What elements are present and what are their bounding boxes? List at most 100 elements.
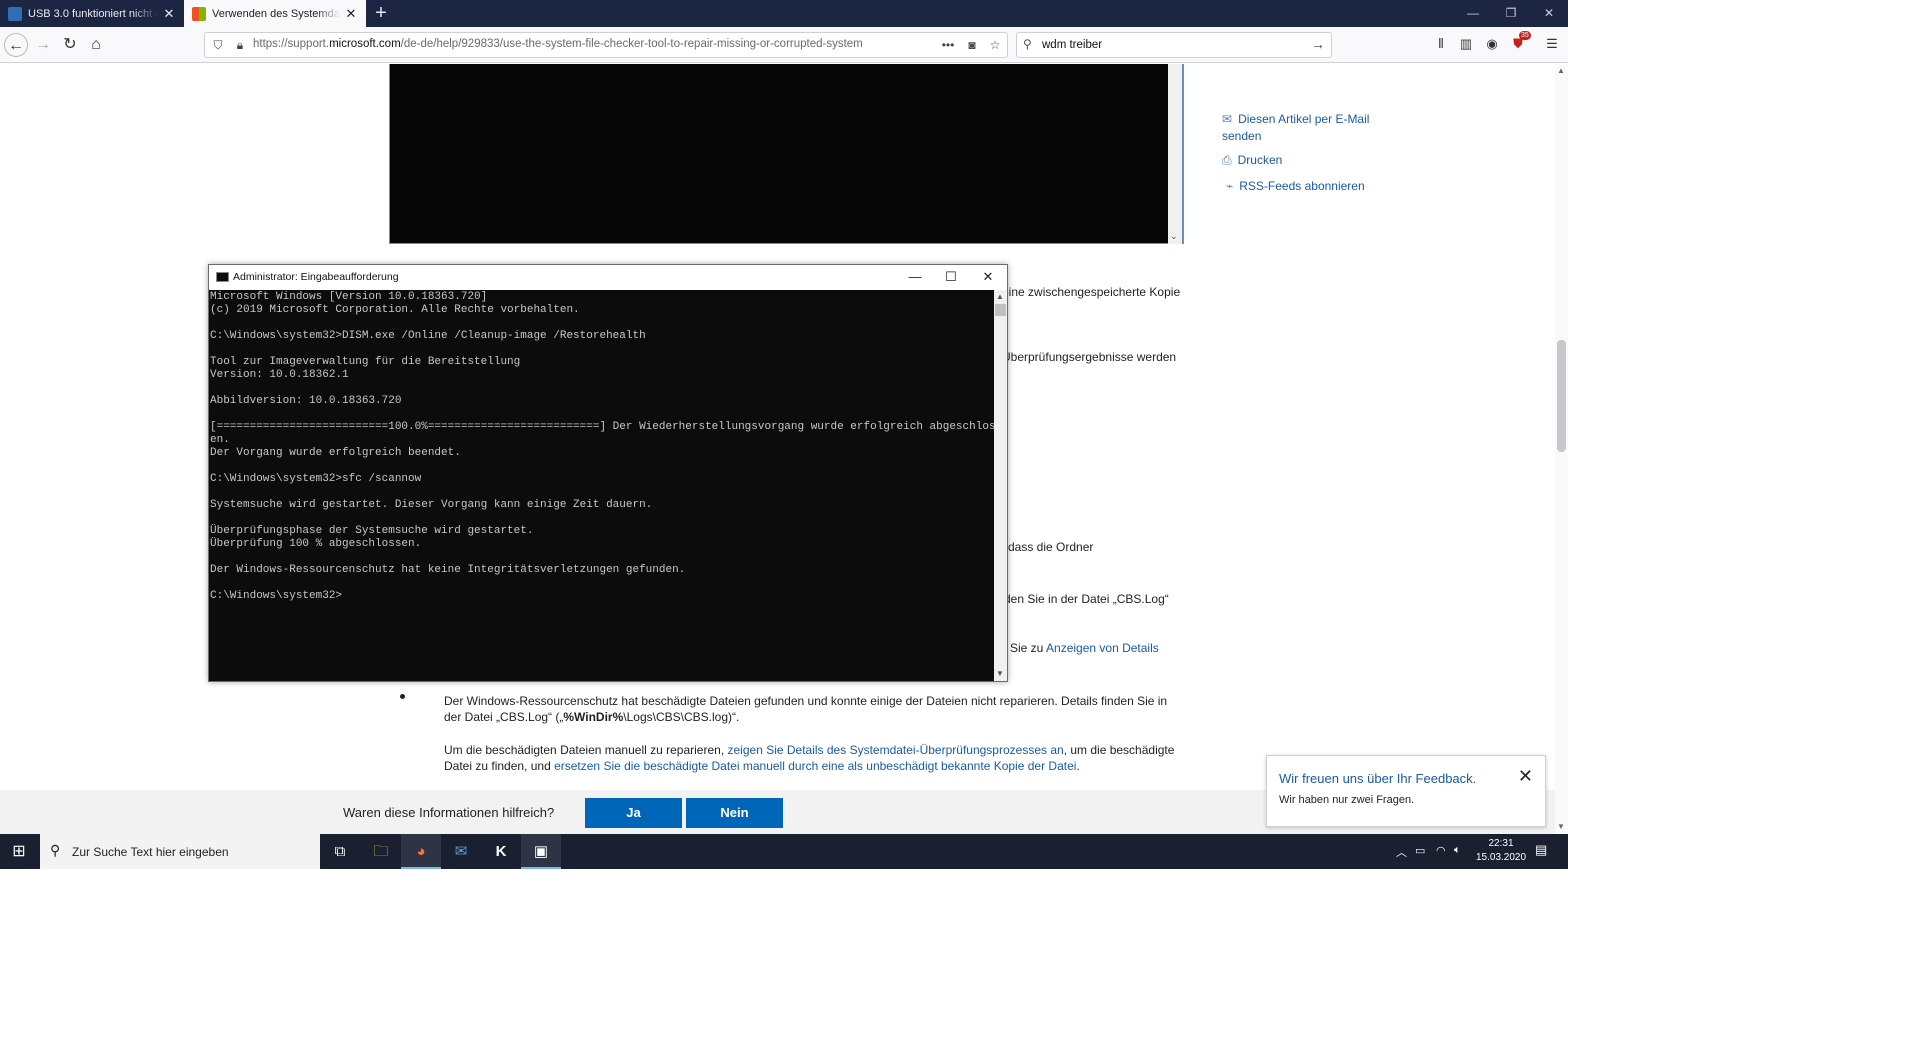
feedback-popup-title[interactable]: Wir freuen uns über Ihr Feedback. xyxy=(1279,771,1476,786)
search-icon: ⚲ xyxy=(50,842,61,858)
firefox-icon[interactable]: ◕ xyxy=(401,834,441,869)
article-text-fragment: den Sie in der Datei „CBS.Log“ xyxy=(1004,592,1169,606)
maximize-icon[interactable]: ☐ xyxy=(933,265,969,290)
printer-icon: ⎙ xyxy=(1222,153,1232,167)
para-line2: Datei zu finden, und ersetzen Sie die be… xyxy=(444,759,1080,773)
print-link[interactable]: ⎙ Drucken xyxy=(1222,153,1282,168)
article-text-fragment: dass die Ordner xyxy=(1008,540,1094,554)
show-hidden-icons-chevron-icon[interactable]: ︿ xyxy=(1396,844,1407,860)
windows-start-icon[interactable]: ⊞ xyxy=(0,834,38,869)
rss-label[interactable]: RSS-Feeds abonnieren xyxy=(1239,179,1364,193)
scroll-up-icon[interactable]: ▲ xyxy=(996,292,1004,301)
rss-icon: ⌁ xyxy=(1226,179,1234,193)
replace-file-link[interactable]: ersetzen Sie die beschädigte Datei manue… xyxy=(554,759,1076,773)
account-icon[interactable]: ◉ xyxy=(1481,33,1503,55)
search-go-arrow-icon[interactable]: → xyxy=(1311,36,1325,52)
page-scrollbar[interactable]: ▲ ▼ xyxy=(1555,64,1568,834)
system-clock[interactable]: 22:31 15.03.2020 xyxy=(1476,837,1526,865)
menu-hamburger-icon[interactable]: ☰ xyxy=(1541,33,1563,55)
embedded-video-frame[interactable]: ⌄ xyxy=(389,64,1184,244)
feedback-yes-button[interactable]: Ja xyxy=(585,798,682,828)
clock-date: 15.03.2020 xyxy=(1476,852,1527,863)
thunderbird-icon[interactable]: ✉ xyxy=(441,834,481,869)
list-bullet xyxy=(400,694,405,699)
k-app-icon[interactable]: K xyxy=(481,834,521,869)
command-prompt-taskbar-icon[interactable]: ▣ xyxy=(521,834,561,869)
para-line1: Um die beschädigten Dateien manuell zu r… xyxy=(444,743,1175,757)
scroll-down-icon[interactable]: ▼ xyxy=(996,669,1004,678)
library-icon[interactable]: ⫴ xyxy=(1430,33,1452,55)
close-window-icon[interactable]: ✕ xyxy=(1530,0,1568,27)
search-input-value[interactable]: wdm treiber xyxy=(1042,39,1102,51)
page-scroll-thumb[interactable] xyxy=(1557,340,1566,452)
cmd-scroll-thumb[interactable] xyxy=(995,304,1006,316)
battery-icon[interactable]: ▭ xyxy=(1415,844,1425,857)
lock-icon[interactable]: 🔒︎ xyxy=(231,36,249,54)
bullet-text-line2: der Datei „CBS.Log“ („%WinDir%\Logs\CBS\… xyxy=(444,710,740,724)
feedback-popup: Wir freuen uns über Ihr Feedback. Wir ha… xyxy=(1266,755,1546,827)
forward-arrow-icon[interactable]: → xyxy=(31,33,55,57)
email-label-2[interactable]: senden xyxy=(1222,129,1261,143)
wifi-icon[interactable]: ◠ xyxy=(1436,844,1446,857)
terminal-output[interactable]: Microsoft Windows [Version 10.0.18363.72… xyxy=(209,290,994,681)
article-text-fragment: eine zwischengespeicherte Kopie xyxy=(1002,285,1181,299)
bookmark-star-icon[interactable]: ☆ xyxy=(986,36,1004,54)
minimize-window-icon[interactable]: — xyxy=(1454,0,1492,27)
close-icon[interactable]: ✕ xyxy=(970,265,1006,290)
view-sfc-details-link[interactable]: zeigen Sie Details des Systemdatei-Überp… xyxy=(728,743,1064,757)
email-article-link-cont[interactable]: senden xyxy=(1222,129,1261,143)
browser-tab-strip: USB 3.0 funktioniert nicht nach ✕ Verwen… xyxy=(0,0,1568,27)
volume-icon[interactable]: 🔈︎ xyxy=(1454,844,1461,857)
feedback-question: Waren diese Informationen hilfreich? xyxy=(343,805,555,820)
shield-icon[interactable]: ⛉ xyxy=(209,36,227,54)
tab-favicon-icon xyxy=(8,6,22,21)
new-tab-button[interactable]: + xyxy=(370,2,392,24)
reload-icon[interactable]: ↻ xyxy=(58,33,82,57)
article-text: Sie zu xyxy=(1010,641,1047,655)
view-details-link[interactable]: Anzeigen von Details xyxy=(1046,641,1159,655)
taskbar-search-placeholder[interactable]: Zur Suche Text hier eingeben xyxy=(72,845,229,859)
tab-close-icon[interactable]: ✕ xyxy=(344,6,358,22)
search-icon: ⚲ xyxy=(1023,37,1032,51)
cmd-scrollbar[interactable]: ▲ ▼ xyxy=(994,290,1007,681)
close-icon[interactable]: ✕ xyxy=(1518,766,1533,787)
back-arrow-icon[interactable]: ← xyxy=(4,33,28,57)
cmd-titlebar[interactable]: Administrator: Eingabeaufforderung — ☐ ✕ xyxy=(209,265,1007,290)
address-bar[interactable]: ⛉ 🔒︎ https://support.microsoft.com/de-de… xyxy=(204,32,1008,58)
article-text-fragment: Überprüfungsergebnisse werden xyxy=(1002,350,1177,364)
scroll-down-icon[interactable]: ▼ xyxy=(1557,822,1565,831)
extension-badge: 35 xyxy=(1519,31,1531,40)
search-bar[interactable]: ⚲ wdm treiber → xyxy=(1016,32,1332,58)
windows-taskbar: ⊞ ⚲ Zur Suche Text hier eingeben ⧉ 🗀 ◕ ✉… xyxy=(0,834,1568,869)
scroll-up-icon[interactable]: ▲ xyxy=(1557,66,1565,75)
task-view-icon[interactable]: ⧉ xyxy=(320,834,360,869)
email-article-link[interactable]: ✉ Diesen Artikel per E-Mail xyxy=(1222,112,1369,126)
tab-systemdatei[interactable]: Verwenden des Systemdatei-Üb ✕ xyxy=(184,0,366,27)
clock-time: 22:31 xyxy=(1488,838,1514,849)
scroll-down-icon[interactable]: ⌄ xyxy=(1170,231,1178,242)
minimize-icon[interactable]: — xyxy=(897,265,933,290)
notification-center-icon[interactable]: ▤ xyxy=(1535,842,1547,858)
tab-title: USB 3.0 funktioniert nicht nach xyxy=(28,7,158,20)
rss-link[interactable]: ⌁ RSS-Feeds abonnieren xyxy=(1226,179,1365,193)
feedback-no-button[interactable]: Nein xyxy=(686,798,783,828)
email-label[interactable]: Diesen Artikel per E-Mail xyxy=(1238,112,1369,126)
tab-close-icon[interactable]: ✕ xyxy=(162,6,176,22)
restore-window-icon[interactable]: ❐ xyxy=(1492,0,1530,27)
screen: USB 3.0 funktioniert nicht nach ✕ Verwen… xyxy=(0,0,1568,869)
envelope-icon: ✉ xyxy=(1222,112,1233,126)
bullet-text-line1: Der Windows-Ressourcenschutz hat beschäd… xyxy=(444,694,1168,708)
article-text-fragment: Sie zu Anzeigen von Details xyxy=(1010,641,1159,655)
video-scrollbar[interactable]: ⌄ xyxy=(1168,64,1182,244)
file-explorer-icon[interactable]: 🗀 xyxy=(361,834,401,869)
tab-usb[interactable]: USB 3.0 funktioniert nicht nach ✕ xyxy=(0,0,184,27)
taskbar-search-box[interactable]: ⚲ Zur Suche Text hier eingeben xyxy=(40,834,320,869)
command-prompt-window[interactable]: Administrator: Eingabeaufforderung — ☐ ✕… xyxy=(208,264,1008,682)
print-label[interactable]: Drucken xyxy=(1238,153,1283,167)
url-text[interactable]: https://support.microsoft.com/de-de/help… xyxy=(253,38,863,50)
sidebar-icon[interactable]: ▥ xyxy=(1455,33,1477,55)
page-actions-icon[interactable]: ••• xyxy=(939,36,957,54)
tab-title: Verwenden des Systemdatei-Üb xyxy=(212,7,340,20)
pocket-icon[interactable]: ◙ xyxy=(963,36,981,54)
home-icon[interactable]: ⌂ xyxy=(84,33,108,57)
